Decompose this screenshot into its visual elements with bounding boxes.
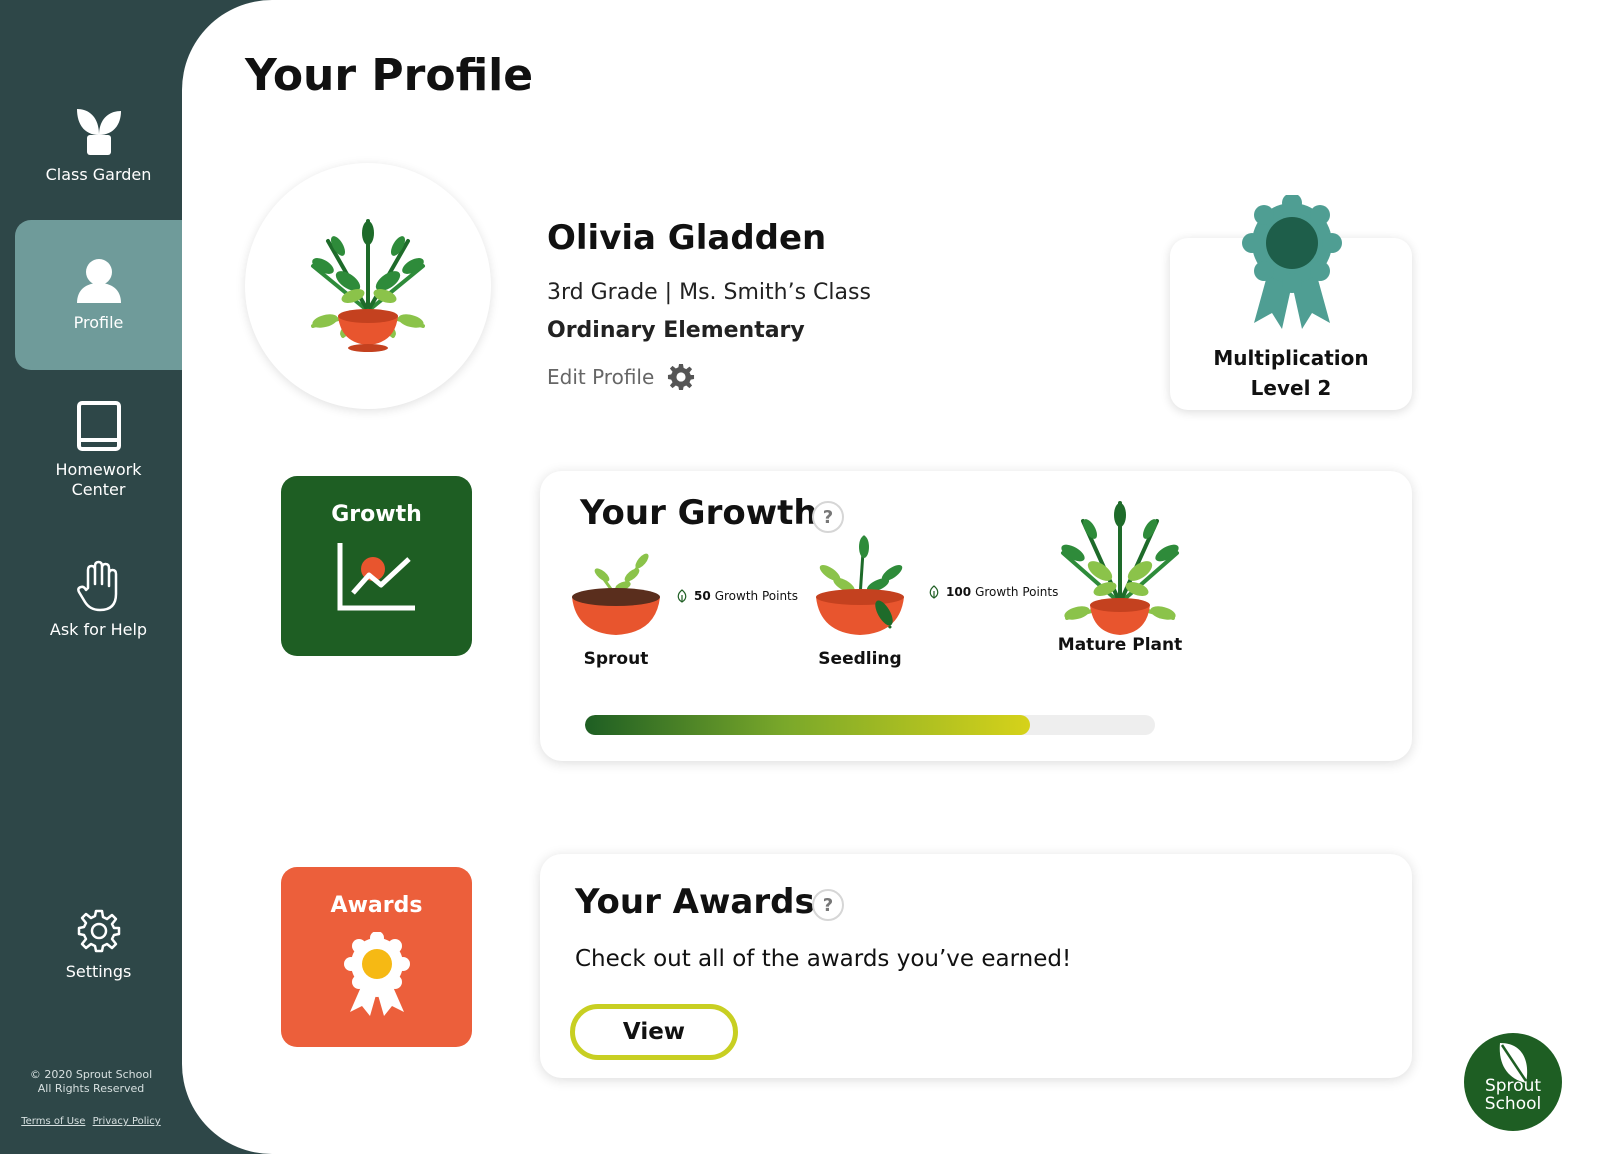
edit-profile-label: Edit Profile — [547, 365, 655, 389]
view-awards-button[interactable]: View — [570, 1004, 738, 1060]
help-icon: ? — [822, 894, 834, 916]
sidebar-item-ask-for-help[interactable]: Ask for Help — [15, 555, 182, 645]
badge-line-1: Multiplication — [1213, 346, 1369, 370]
copyright: © 2020 Sprout School All Rights Reserved — [0, 1068, 182, 1096]
sidebar-item-profile[interactable]: Profile — [15, 220, 182, 370]
gear-icon — [77, 909, 120, 953]
sidebar-item-label: Profile — [73, 313, 124, 332]
sidebar-item-label: Ask for Help — [49, 620, 148, 639]
leaf-logo-icon — [1499, 1043, 1528, 1083]
growth-card: Your Growth ? Sprout 50 Growth Points Se… — [540, 471, 1412, 761]
student-name: Olivia Gladden — [547, 218, 827, 258]
edit-profile-button[interactable]: Edit Profile — [547, 362, 696, 392]
award-ribbon-icon — [343, 932, 410, 1016]
copyright-line: © 2020 Sprout School — [29, 1068, 153, 1081]
fern-plant-avatar-icon — [311, 219, 425, 352]
mature-plant-icon — [1061, 501, 1179, 635]
hand-icon — [76, 560, 117, 612]
sidebar-item-settings[interactable]: Settings — [15, 900, 182, 990]
ribbon-badge-icon — [1242, 195, 1342, 329]
brand-line-2: School — [1484, 1094, 1542, 1114]
sidebar-item-label: Class Garden — [45, 165, 152, 184]
sidebar-item-homework-center[interactable]: Homework Center — [15, 395, 182, 505]
copyright-line: All Rights Reserved — [37, 1082, 145, 1095]
sidebar: Class Garden Profile Homework Center Ask… — [0, 0, 182, 1154]
plant-icon — [76, 109, 121, 155]
main-panel: Your Profile Olivia Gladden 3rd Grade | … — [182, 0, 1600, 1154]
book-icon — [76, 401, 121, 451]
threshold-unit: Growth Points — [714, 589, 798, 603]
threshold-points: 50 — [694, 589, 711, 603]
stage-sprout: Sprout — [568, 541, 664, 669]
leaf-icon — [929, 585, 939, 599]
student-school: Ordinary Elementary — [547, 318, 805, 343]
threshold-100: 100 Growth Points — [928, 585, 1058, 599]
stage-seedling: Seedling — [800, 527, 920, 669]
growth-card-title: Your Growth — [580, 493, 818, 533]
sidebar-item-class-garden[interactable]: Class Garden — [15, 100, 182, 190]
sidebar-item-label: Homework Center — [55, 460, 142, 499]
sprout-school-logo: Sprout School — [1464, 1033, 1562, 1131]
person-icon — [76, 259, 121, 303]
threshold-50: 50 Growth Points — [676, 589, 798, 603]
sprout-plant-icon — [572, 553, 660, 635]
terms-link[interactable]: Terms of Use — [21, 1116, 85, 1127]
stage-mature-plant: Mature Plant — [1045, 493, 1195, 655]
student-grade-class: 3rd Grade | Ms. Smith’s Class — [547, 280, 871, 305]
awards-description: Check out all of the awards you’ve earne… — [575, 946, 1072, 972]
awards-help-button[interactable]: ? — [812, 889, 844, 921]
badge-line-2: Level 2 — [1250, 376, 1332, 400]
threshold-points: 100 — [946, 585, 972, 599]
avatar — [245, 163, 491, 409]
awards-card: Your Awards ? Check out all of the award… — [540, 854, 1412, 1078]
gear-icon — [668, 363, 695, 391]
privacy-link[interactable]: Privacy Policy — [93, 1116, 161, 1127]
awards-tile-title: Awards — [330, 893, 423, 918]
awards-card-title: Your Awards — [575, 882, 815, 922]
legal-links: Terms of Use Privacy Policy — [0, 1116, 182, 1127]
sidebar-item-label: Settings — [65, 962, 132, 981]
stage-label: Mature Plant — [1057, 635, 1183, 655]
growth-tile[interactable]: Growth — [281, 476, 472, 656]
badge-label: Multiplication Level 2 — [1170, 343, 1412, 403]
page-title: Your Profile — [245, 50, 534, 101]
growth-progress-bar — [585, 715, 1155, 735]
growth-chart-icon — [337, 543, 415, 611]
stage-label: Sprout — [583, 649, 649, 669]
awards-tile[interactable]: Awards — [281, 867, 472, 1047]
leaf-icon — [677, 589, 687, 603]
growth-tile-title: Growth — [331, 502, 422, 527]
help-icon: ? — [822, 506, 834, 528]
growth-progress-fill — [585, 715, 1030, 735]
stage-label: Seedling — [818, 649, 902, 669]
seedling-plant-icon — [816, 535, 904, 635]
